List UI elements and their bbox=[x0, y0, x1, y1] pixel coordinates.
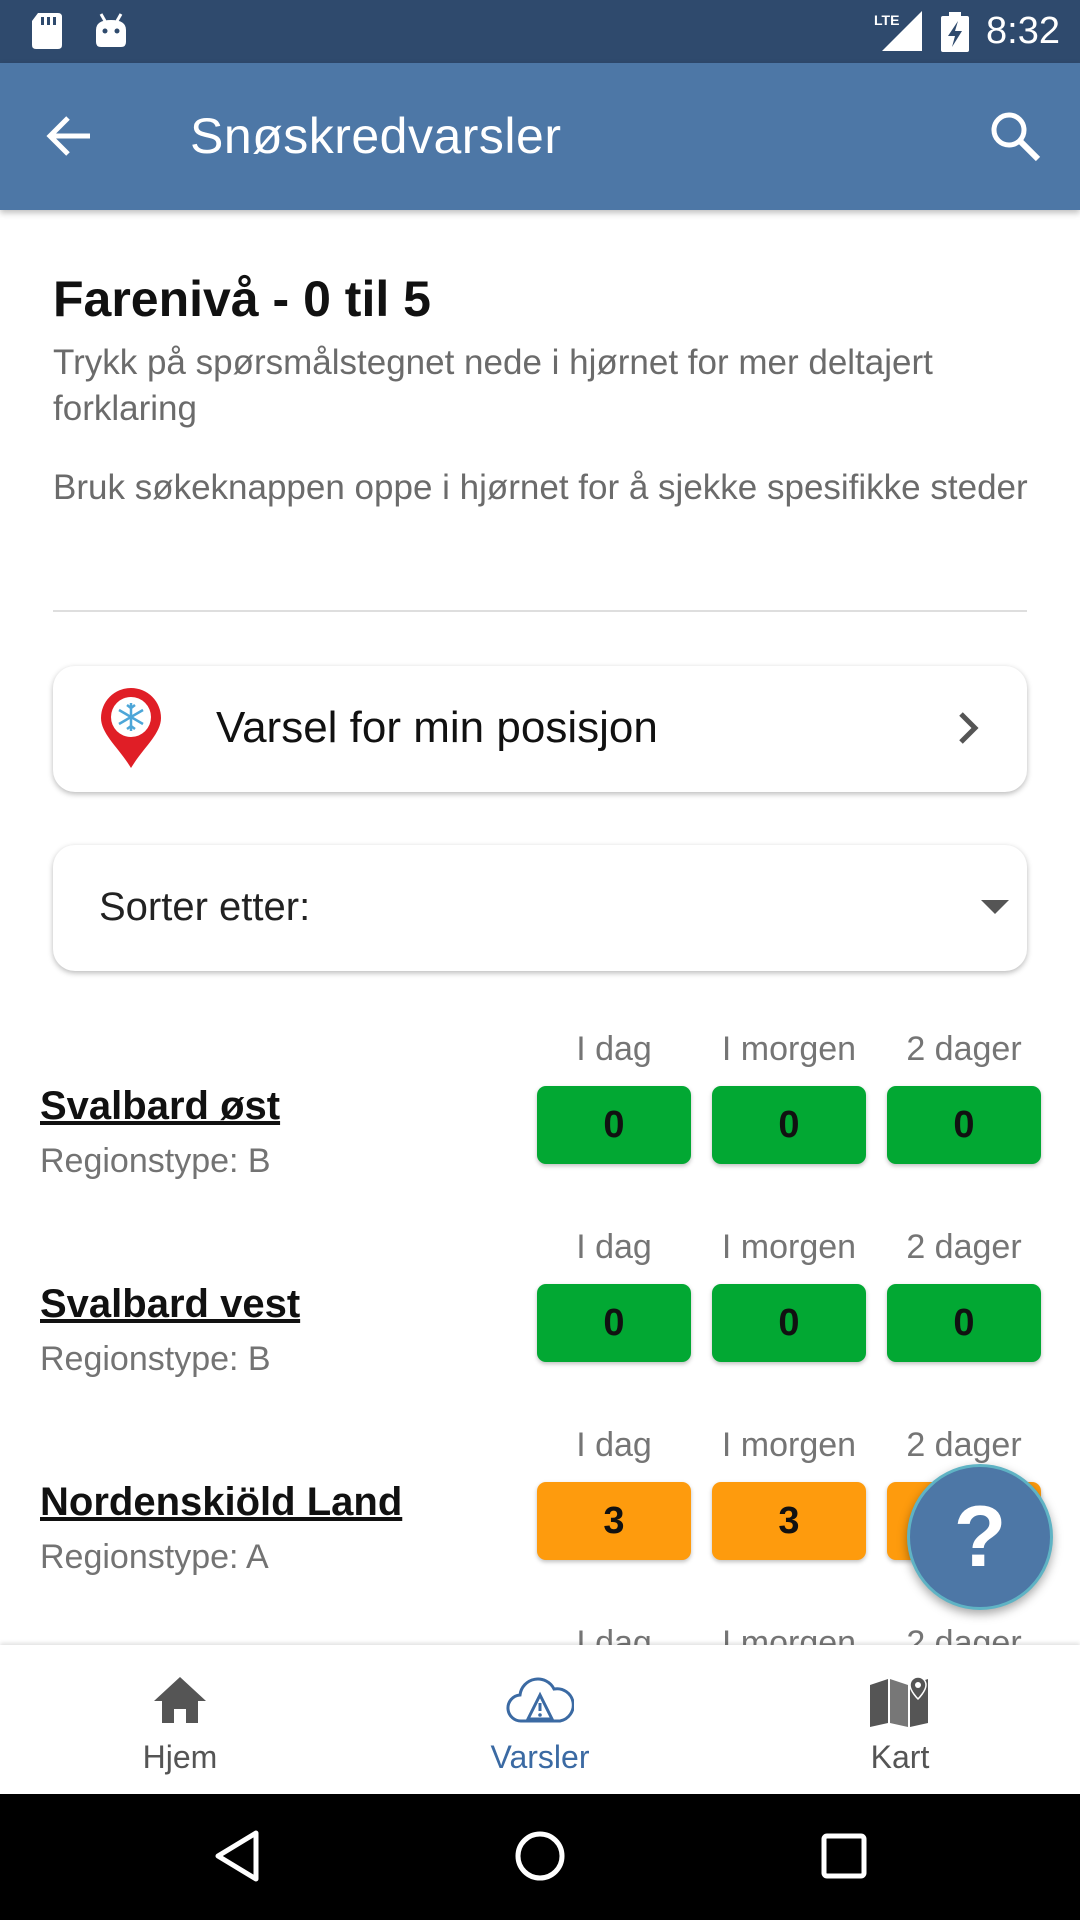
snowflake-location-pin-icon bbox=[101, 688, 161, 768]
region-row: I dag I morgen 2 dager Svalbard øst Regi… bbox=[0, 1030, 1080, 1228]
column-today: I dag bbox=[576, 1030, 652, 1068]
sort-dropdown[interactable]: Sorter etter: bbox=[53, 845, 1027, 971]
danger-level-two-days[interactable]: 0 bbox=[887, 1284, 1041, 1362]
battery-charging-icon bbox=[941, 12, 969, 52]
android-icon bbox=[96, 13, 126, 47]
intro-text-help: Trykk på spørsmålstegnet nede i hjørnet … bbox=[53, 343, 933, 428]
system-home-icon[interactable] bbox=[514, 1829, 566, 1883]
dropdown-arrow-icon bbox=[981, 900, 1009, 914]
lte-signal-icon: LTE bbox=[874, 11, 922, 51]
system-back-icon[interactable] bbox=[212, 1829, 260, 1883]
column-tomorrow: I morgen bbox=[721, 1228, 857, 1266]
nav-label-home: Hjem bbox=[142, 1739, 218, 1775]
home-icon bbox=[154, 1677, 206, 1723]
intro-title: Farenivå - 0 til 5 bbox=[53, 271, 431, 327]
region-row-partial: I dag I morgen 2 dager bbox=[0, 1624, 1080, 1645]
nav-label-kart: Kart bbox=[870, 1739, 930, 1775]
sort-label: Sorter etter: bbox=[99, 885, 311, 929]
cloud-warning-icon bbox=[506, 1677, 574, 1723]
my-position-forecast-button[interactable]: Varsel for min posisjon bbox=[53, 666, 1027, 792]
help-button[interactable]: ? bbox=[907, 1464, 1053, 1610]
danger-level-today[interactable]: 0 bbox=[537, 1086, 691, 1164]
column-two-days: 2 dager bbox=[906, 1228, 1022, 1266]
column-tomorrow: I morgen bbox=[721, 1426, 857, 1464]
svg-text:LTE: LTE bbox=[874, 12, 899, 28]
search-icon[interactable] bbox=[988, 109, 1042, 163]
bottom-navigation: Hjem Varsler Kart bbox=[0, 1645, 1080, 1794]
danger-level-tomorrow[interactable]: 0 bbox=[712, 1284, 866, 1362]
column-two-days: 2 dager bbox=[906, 1624, 1022, 1645]
region-row: I dag I morgen 2 dager Svalbard vest Reg… bbox=[0, 1228, 1080, 1426]
app-bar: Snøskredvarsler bbox=[0, 63, 1080, 210]
intro-text-search: Bruk søkeknappen oppe i hjørnet for å sj… bbox=[53, 468, 1028, 507]
nav-item-varsler[interactable]: Varsler bbox=[360, 1645, 720, 1794]
danger-level-tomorrow[interactable]: 0 bbox=[712, 1086, 866, 1164]
column-tomorrow: I morgen bbox=[721, 1624, 857, 1645]
divider bbox=[53, 610, 1027, 612]
sd-card-icon bbox=[32, 13, 62, 49]
danger-level-tomorrow[interactable]: 3 bbox=[712, 1482, 866, 1560]
map-icon bbox=[870, 1676, 928, 1727]
system-recents-icon[interactable] bbox=[820, 1829, 868, 1883]
status-time: 8:32 bbox=[986, 10, 1060, 52]
status-bar: LTE 8:32 bbox=[0, 0, 1080, 63]
my-position-label: Varsel for min posisjon bbox=[216, 703, 658, 752]
nav-item-kart[interactable]: Kart bbox=[720, 1645, 1080, 1794]
back-arrow-icon[interactable] bbox=[44, 111, 94, 161]
page-title: Snøskredvarsler bbox=[190, 108, 562, 164]
column-two-days: 2 dager bbox=[906, 1030, 1022, 1068]
region-name[interactable]: Svalbard vest bbox=[40, 1282, 300, 1327]
region-type: Regionstype: B bbox=[40, 1142, 271, 1180]
nav-label-varsler: Varsler bbox=[490, 1739, 590, 1775]
region-name[interactable]: Nordenskiöld Land bbox=[40, 1480, 402, 1525]
question-mark-icon: ? bbox=[953, 1489, 1007, 1585]
danger-level-two-days[interactable]: 0 bbox=[887, 1086, 1041, 1164]
region-type: Regionstype: B bbox=[40, 1340, 271, 1378]
column-today: I dag bbox=[576, 1624, 652, 1645]
column-two-days: 2 dager bbox=[906, 1426, 1022, 1464]
column-today: I dag bbox=[576, 1228, 652, 1266]
region-type: Regionstype: A bbox=[40, 1538, 269, 1576]
column-tomorrow: I morgen bbox=[721, 1030, 857, 1068]
danger-level-today[interactable]: 3 bbox=[537, 1482, 691, 1560]
column-today: I dag bbox=[576, 1426, 652, 1464]
danger-level-today[interactable]: 0 bbox=[537, 1284, 691, 1362]
chevron-right-icon bbox=[959, 712, 979, 744]
nav-item-home[interactable]: Hjem bbox=[0, 1645, 360, 1794]
system-navigation-bar bbox=[0, 1794, 1080, 1920]
region-name[interactable]: Svalbard øst bbox=[40, 1084, 280, 1129]
